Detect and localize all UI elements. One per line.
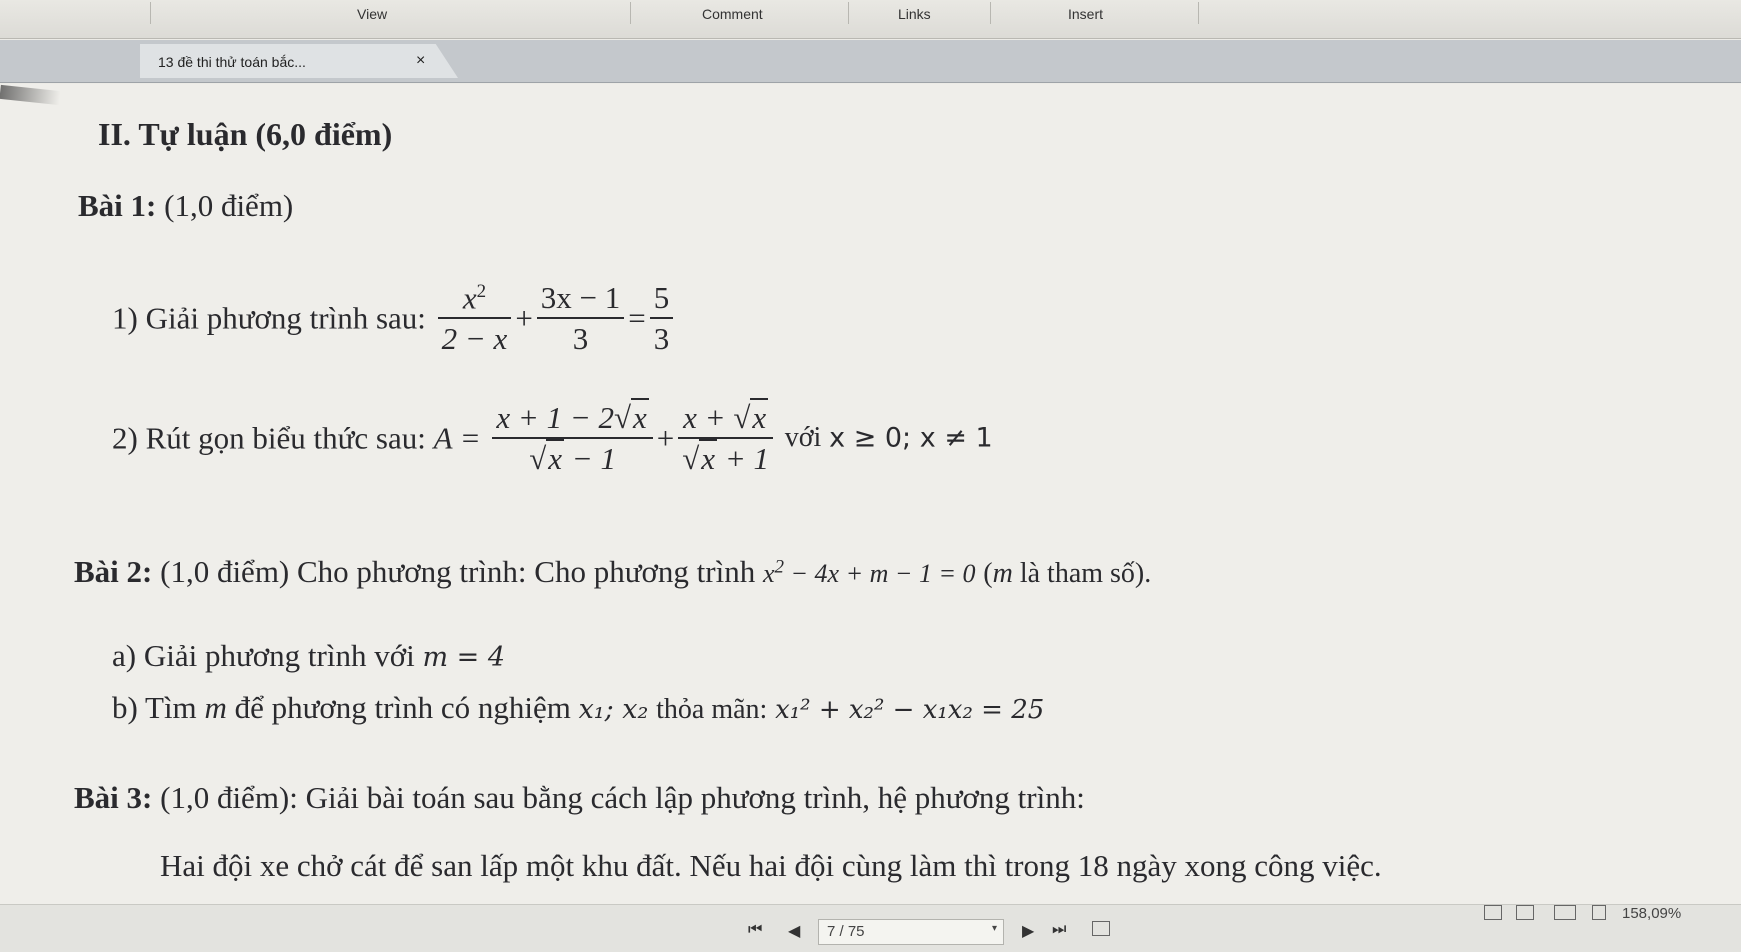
bai2-heading-text: (1,0 điểm) Cho phương trình: Cho phương …	[160, 554, 756, 589]
math-text: 3	[572, 321, 589, 357]
sqrt-symbol: √x	[614, 398, 649, 435]
tab-links[interactable]: Links	[898, 6, 931, 22]
math-text: m	[204, 690, 227, 725]
bai1-question-1: 1) Giải phương trình sau: x2 2 − x + 3x …	[112, 282, 677, 354]
bai2-b-label-pre: b) Tìm	[112, 690, 197, 725]
bai2-question-a: a) Giải phương trình với m = 4	[112, 640, 505, 671]
bai1-q2-label: 2) Rút gọn biểu thức sau:	[112, 420, 426, 456]
document-tab-bar: 13 đề thi thử toán bắc... ×	[0, 40, 1741, 83]
note-open: (	[983, 558, 993, 589]
ribbon-separator	[1198, 2, 1199, 24]
math-text: x +	[683, 400, 734, 435]
condition-text: với	[784, 422, 822, 453]
bai1-question-2: 2) Rút gọn biểu thức sau: A = x + 1 − 2√…	[112, 398, 993, 476]
bai3-heading-text: (1,0 điểm): Giải bài toán sau bằng cách …	[160, 780, 1085, 815]
bai2-b-label-post: thỏa mãn:	[656, 694, 768, 725]
ribbon-separator	[630, 2, 631, 24]
bai1-heading-label: Bài 1:	[78, 188, 157, 223]
math-text: x	[462, 280, 477, 316]
tab-insert[interactable]: Insert	[1068, 6, 1103, 22]
rotate-page-icon[interactable]	[1092, 921, 1110, 936]
bai1-heading-points: (1,0 điểm)	[164, 188, 294, 223]
sqrt-symbol: √x	[682, 439, 718, 476]
math-operator: +	[656, 420, 675, 456]
document-tab[interactable]: 13 đề thi thử toán bắc... ×	[140, 44, 458, 78]
bai1-q1-label: 1) Giải phương trình sau:	[112, 300, 426, 336]
math-text: m	[992, 558, 1013, 589]
bai2-equation: x2 − 4x + m − 1 = 0	[762, 556, 976, 588]
bai3-body: Hai đội xe chở cát để san lấp một khu đấ…	[160, 848, 1382, 883]
math-radicand: x	[750, 398, 769, 435]
math-radicand: x	[631, 398, 649, 435]
chevron-down-icon[interactable]: ▾	[992, 923, 997, 934]
ribbon-separator	[990, 2, 991, 24]
bai3-heading-label: Bài 3:	[74, 780, 153, 815]
fraction: 3x − 1 3	[536, 282, 625, 357]
two-page-view-icon[interactable]	[1554, 905, 1576, 920]
bai2-b-label-mid: để phương trình có nghiệm	[234, 690, 571, 725]
bai2-heading: Bài 2: (1,0 điểm) Cho phương trình: Cho …	[74, 556, 1151, 588]
sqrt-symbol: √x	[529, 439, 565, 476]
math-text: x	[762, 559, 775, 588]
tab-comment[interactable]: Comment	[702, 6, 763, 22]
math-radicand: x	[699, 439, 718, 476]
math-text: 3	[653, 321, 670, 357]
math-exponent: 2	[774, 556, 785, 578]
math-text: 5	[649, 282, 674, 320]
bai3-heading: Bài 3: (1,0 điểm): Giải bài toán sau bằn…	[74, 782, 1085, 813]
condition-math: x ≥ 0; x ≠ 1	[829, 422, 993, 454]
section-title: II. Tự luận (6,0 điểm)	[98, 116, 393, 152]
math-text: x₁² + x₂² − x₁x₂ = 25	[775, 695, 1045, 725]
bai1-heading: Bài 1: (1,0 điểm)	[78, 190, 293, 221]
math-exponent: 2	[476, 281, 487, 302]
ribbon-separator	[150, 2, 151, 24]
math-text: 2 − x	[441, 321, 508, 357]
math-text: A =	[433, 420, 481, 456]
note-rest: là tham số).	[1012, 558, 1152, 589]
last-page-icon[interactable]: ⏭	[1052, 921, 1066, 939]
math-text: m = 4	[422, 642, 506, 673]
previous-page-icon[interactable]: ◀	[788, 921, 800, 941]
single-page-view-icon[interactable]	[1484, 905, 1502, 920]
ribbon-toolbar: View Comment Links Insert	[0, 0, 1741, 39]
math-text: x₁; x₂	[578, 694, 649, 725]
zoom-level[interactable]: 158,09%	[1622, 905, 1681, 922]
math-operator: +	[515, 300, 533, 336]
tab-view[interactable]: View	[357, 6, 387, 22]
bai2-question-b: b) Tìm m để phương trình có nghiệm x₁; x…	[112, 692, 1044, 724]
fit-width-icon[interactable]	[1592, 905, 1606, 920]
document-tab-title: 13 đề thi thử toán bắc...	[158, 54, 306, 70]
page-indicator: 7 / 75	[827, 923, 865, 940]
bai2-a-label: a) Giải phương trình với	[112, 638, 415, 673]
math-text: − 1	[564, 441, 616, 476]
math-text: − 4x + m − 1 = 0	[784, 559, 976, 588]
close-tab-icon[interactable]: ×	[416, 52, 425, 70]
bai2-heading-label: Bài 2:	[74, 554, 153, 589]
page-navigation-bar: ⏮ ◀ 7 / 75 ▾ ▶ ⏭ 158,09%	[0, 904, 1741, 952]
ribbon-separator	[848, 2, 849, 24]
fraction: x + 1 − 2√x √x − 1	[492, 398, 653, 476]
page-number-input[interactable]: 7 / 75 ▾	[818, 919, 1004, 945]
math-operator: =	[628, 300, 646, 336]
first-page-icon[interactable]: ⏮	[748, 921, 762, 939]
fraction: x + √x √x + 1	[678, 398, 773, 476]
fraction: 5 3	[649, 282, 674, 357]
math-text: x + 1 − 2	[496, 400, 615, 435]
math-text: + 1	[717, 441, 769, 476]
fraction: x2 2 − x	[437, 280, 512, 357]
math-text: 3x − 1	[536, 282, 625, 320]
sqrt-symbol: √x	[733, 398, 769, 435]
continuous-view-icon[interactable]	[1516, 905, 1534, 920]
math-radicand: x	[546, 439, 565, 476]
next-page-icon[interactable]: ▶	[1022, 921, 1034, 941]
